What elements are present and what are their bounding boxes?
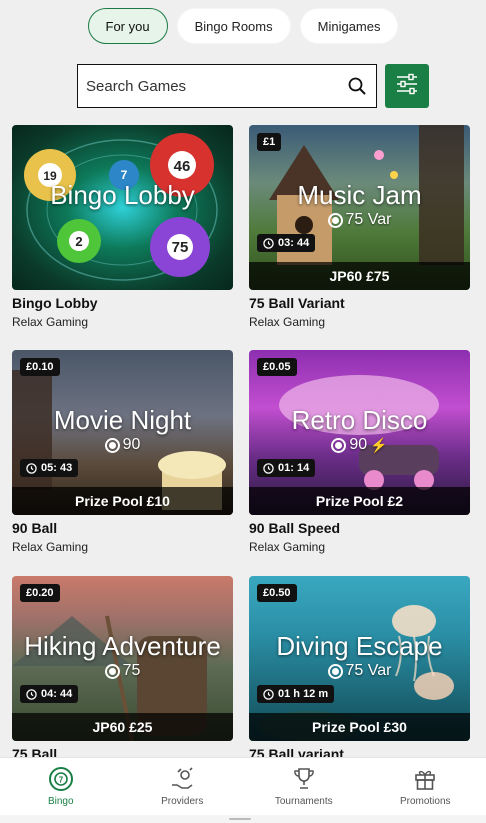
game-overlay-title: Music Jam (297, 180, 422, 210)
game-provider: Relax Gaming (249, 315, 326, 329)
nav-bingo[interactable]: 7 Bingo (0, 758, 122, 815)
ball-icon (104, 663, 120, 679)
game-provider: Relax Gaming (12, 540, 89, 554)
countdown-timer: 05: 43 (20, 459, 79, 477)
ticket-price-badge: £0.05 (257, 358, 297, 376)
lightning-icon: ⚡ (370, 436, 388, 453)
game-type-label: 75 Var (345, 662, 392, 679)
game-card-diving-escape[interactable]: £0.50 Diving Escape 75 Var 01 h 12 m Pri… (249, 576, 470, 757)
ball-icon (331, 437, 347, 453)
timer-text: 01: 14 (278, 462, 310, 474)
home-indicator (229, 818, 251, 820)
game-thumbnail[interactable]: £0.50 Diving Escape 75 Var 01 h 12 m Pri… (249, 576, 470, 741)
game-type: 75 Var (249, 211, 470, 229)
tab-for-you[interactable]: For you (87, 8, 168, 44)
ball-label: 2 (75, 234, 83, 249)
nav-label: Tournaments (274, 796, 333, 807)
nav-promotions[interactable]: Promotions (365, 758, 486, 815)
trophy-icon (291, 766, 317, 792)
tab-bingo-rooms[interactable]: Bingo Rooms (176, 8, 291, 44)
game-thumbnail[interactable]: 19 46 2 75 7 Bingo Lobby (12, 125, 233, 290)
ball-icon (327, 212, 343, 228)
nav-providers[interactable]: Providers (122, 758, 244, 815)
timer-text: 05: 43 (41, 462, 73, 474)
game-name[interactable]: 90 Ball Speed (249, 521, 470, 536)
category-tabs: For you Bingo Rooms Minigames (0, 8, 486, 44)
prize-pool-bar: Prize Pool £2 (249, 487, 470, 515)
clock-icon (26, 462, 37, 474)
game-card-bingo-lobby[interactable]: 19 46 2 75 7 Bingo Lobby Bingo Lobby Rel… (12, 125, 233, 329)
clock-icon (263, 688, 274, 700)
search-icon[interactable] (346, 75, 368, 97)
nav-label: Bingo (47, 796, 74, 807)
countdown-timer: 03: 44 (257, 234, 316, 252)
nav-label: Promotions (399, 796, 451, 807)
game-type: 90 (12, 436, 233, 454)
game-card-music-jam[interactable]: £1 Music Jam 75 Var 03: 44 JP60 £75 75 B… (249, 125, 470, 329)
prize-pool-bar: JP60 £25 (12, 713, 233, 741)
tab-minigames[interactable]: Minigames (299, 8, 399, 44)
game-name[interactable]: 90 Ball (12, 521, 233, 536)
ticket-price-badge: £1 (257, 133, 282, 151)
svg-text:7: 7 (59, 776, 64, 785)
ball-icon (327, 663, 343, 679)
search-box (77, 64, 377, 108)
providers-icon (169, 766, 195, 792)
game-thumbnail[interactable]: £0.10 Movie Night 90 05: 43 Prize Pool £… (12, 350, 233, 515)
prize-pool-bar: JP60 £75 (249, 262, 470, 290)
gift-icon (412, 766, 438, 792)
ticket-price-badge: £0.50 (257, 584, 297, 602)
nav-label: Providers (161, 796, 204, 807)
game-type-label: 90 (349, 436, 368, 453)
timer-text: 04: 44 (41, 688, 73, 700)
bottom-navigation: 7 Bingo Providers Tournaments Promotions (0, 757, 486, 815)
game-overlay-title: Movie Night (53, 405, 192, 435)
sliders-icon (395, 73, 419, 100)
game-thumbnail[interactable]: £1 Music Jam 75 Var 03: 44 JP60 £75 (249, 125, 470, 290)
nav-tournaments[interactable]: Tournaments (243, 758, 365, 815)
game-name[interactable]: 75 Ball variant (249, 747, 470, 758)
game-type-label: 75 Var (345, 211, 392, 228)
game-grid: 19 46 2 75 7 Bingo Lobby Bingo Lobby Rel… (12, 125, 470, 757)
game-type: 90 ⚡ (249, 436, 470, 454)
game-overlay-title: Hiking Adventure (24, 631, 221, 661)
ball-label: 46 (173, 158, 191, 175)
game-thumbnail[interactable]: £0.20 Hiking Adventure 75 04: 44 JP60 £2… (12, 576, 233, 741)
countdown-timer: 04: 44 (20, 685, 79, 703)
game-overlay-title: Retro Disco (291, 405, 428, 435)
game-type: 75 (12, 662, 233, 680)
ticket-price-badge: £0.10 (20, 358, 60, 376)
game-provider: Relax Gaming (249, 540, 326, 554)
game-name[interactable]: 75 Ball Variant (249, 296, 470, 311)
game-overlay-title: Bingo Lobby (50, 180, 195, 210)
ball-icon (104, 437, 120, 453)
timer-text: 03: 44 (278, 237, 310, 249)
game-provider: Relax Gaming (12, 315, 89, 329)
clock-icon (263, 237, 274, 249)
clock-icon (263, 462, 274, 474)
game-type-label: 90 (122, 436, 141, 453)
countdown-timer: 01 h 12 m (257, 685, 335, 703)
game-card-retro-disco[interactable]: £0.05 Retro Disco 90 ⚡ 01: 14 Prize Pool … (249, 350, 470, 554)
search-input[interactable] (86, 77, 346, 95)
countdown-timer: 01: 14 (257, 459, 316, 477)
game-name[interactable]: 75 Ball (12, 747, 233, 758)
clock-icon (26, 688, 37, 700)
timer-text: 01 h 12 m (278, 688, 329, 700)
game-type: 75 Var (249, 662, 470, 680)
game-card-movie-night[interactable]: £0.10 Movie Night 90 05: 43 Prize Pool £… (12, 350, 233, 554)
prize-pool-bar: Prize Pool £10 (12, 487, 233, 515)
filter-button[interactable] (385, 64, 429, 108)
game-overlay-title: Diving Escape (276, 631, 443, 661)
prize-pool-bar: Prize Pool £30 (249, 713, 470, 741)
bingo-icon: 7 (48, 766, 74, 792)
game-type-label: 75 (122, 662, 141, 679)
game-card-hiking-adventure[interactable]: £0.20 Hiking Adventure 75 04: 44 JP60 £2… (12, 576, 233, 757)
ball-label: 75 (171, 239, 189, 256)
game-name[interactable]: Bingo Lobby (12, 296, 233, 311)
game-thumbnail[interactable]: £0.05 Retro Disco 90 ⚡ 01: 14 Prize Pool … (249, 350, 470, 515)
ticket-price-badge: £0.20 (20, 584, 60, 602)
